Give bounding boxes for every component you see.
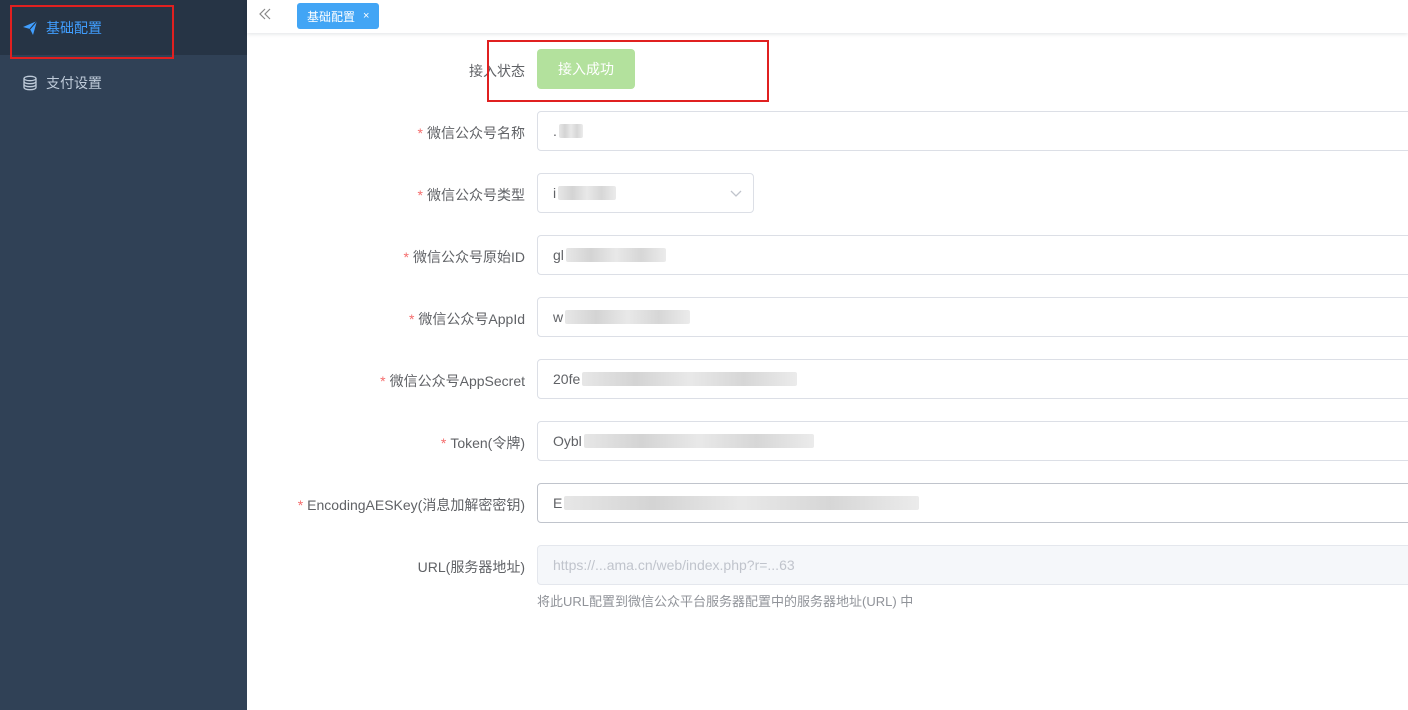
aes-key-input[interactable]: E (537, 483, 1408, 523)
database-icon (22, 75, 38, 91)
mp-appid-input[interactable]: w (537, 297, 1408, 337)
mp-original-id-label: * 微信公众号原始ID (403, 249, 525, 265)
mp-name-label: * 微信公众号名称 (417, 125, 525, 141)
highlight-box (487, 40, 769, 102)
mp-type-select[interactable]: i (537, 173, 754, 213)
aes-key-label: * EncodingAESKey(消息加解密密钥) (297, 497, 525, 513)
url-hint: 将此URL配置到微信公众平台服务器配置中的服务器地址(URL) 中 (537, 594, 914, 609)
sidebar-item-label: 支付设置 (46, 74, 102, 91)
top-bar: 基础配置 × (247, 0, 1408, 33)
url-label: URL(服务器地址) (417, 559, 525, 575)
mp-type-label: * 微信公众号类型 (417, 187, 525, 203)
mp-appsecret-label: * 微信公众号AppSecret (380, 373, 525, 389)
mp-original-id-input[interactable]: gl (537, 235, 1408, 275)
token-label: * Token(令牌) (440, 435, 525, 451)
mp-appid-label: * 微信公众号AppId (408, 311, 525, 327)
chevron-down-icon (729, 186, 743, 205)
highlight-box (10, 5, 174, 59)
mp-name-input[interactable]: . (537, 111, 1408, 151)
tab-basic-config[interactable]: 基础配置 × (297, 3, 380, 29)
mp-appsecret-input[interactable]: 20fe (537, 359, 1408, 399)
tab-label: 基础配置 (307, 9, 356, 24)
close-icon[interactable]: × (363, 10, 369, 22)
token-input[interactable]: Oybl (537, 421, 1408, 461)
sidebar-item-payment-settings[interactable]: 支付设置 (0, 55, 247, 110)
sidebar: 基础配置 支付设置 (0, 0, 247, 710)
url-input[interactable]: https://...ama.cn/web/index.php?r=...63 (537, 545, 1408, 585)
double-chevron-left-icon[interactable] (259, 6, 271, 26)
